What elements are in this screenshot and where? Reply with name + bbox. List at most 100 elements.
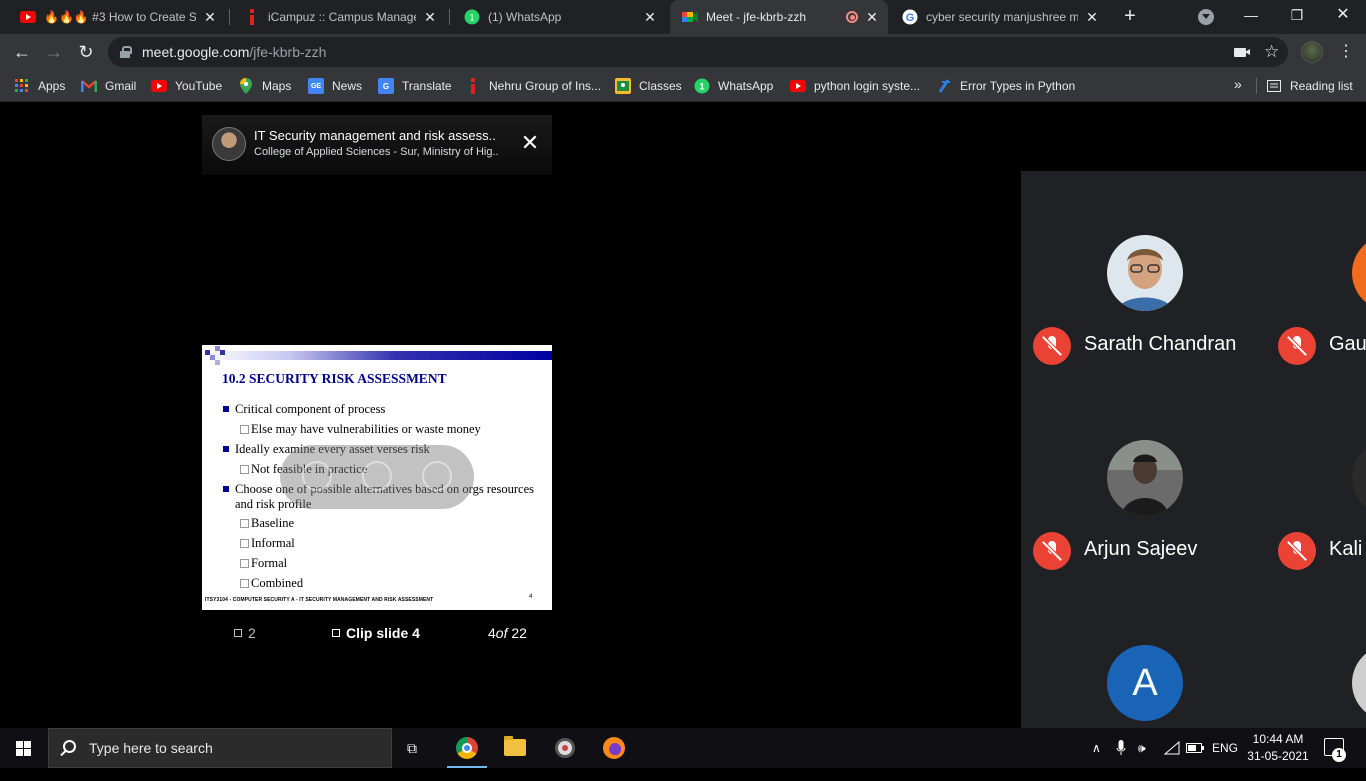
whatsapp-icon: 1	[694, 78, 710, 94]
participant-tile[interactable]: Kali	[1266, 376, 1366, 576]
bookmark-maps[interactable]: Maps	[238, 77, 291, 95]
close-icon[interactable]: ✕	[202, 9, 218, 25]
taskbar-chrome[interactable]	[443, 728, 491, 768]
participant-name: Gau	[1329, 333, 1366, 355]
url-text[interactable]: meet.google.com/jfe-kbrb-zzh	[142, 44, 326, 60]
participant-avatar-letter: A	[1107, 645, 1183, 721]
bookmark-gmail[interactable]: Gmail	[81, 77, 136, 95]
tab-icampuz[interactable]: iCampuz :: Campus Managem ✕	[232, 0, 446, 34]
address-bar[interactable]: meet.google.com/jfe-kbrb-zzh ☆	[108, 37, 1288, 67]
bookmark-youtube[interactable]: YouTube	[151, 77, 222, 95]
slide-bullet: Critical component of process	[222, 402, 542, 417]
next-slide-icon[interactable]	[422, 461, 452, 491]
bookmark-classes[interactable]: Classes	[615, 77, 682, 95]
reading-list[interactable]: Reading list	[1266, 77, 1353, 95]
comment-icon	[234, 629, 242, 637]
profile-avatar[interactable]	[1301, 41, 1323, 63]
chrome-icon	[456, 737, 478, 759]
close-icon[interactable]: ✕	[642, 9, 658, 25]
browser-toolbar: ← → ↻ meet.google.com/jfe-kbrb-zzh ☆ ⋮	[0, 34, 1366, 70]
tab-title: (1) WhatsApp	[488, 10, 562, 24]
forward-button[interactable]: →	[42, 40, 66, 64]
taskbar-media-player[interactable]	[541, 728, 589, 768]
bookmark-label: News	[332, 79, 363, 93]
camera-icon[interactable]	[1234, 48, 1250, 57]
current-slide: 4	[488, 625, 496, 641]
slide-page-number: 4	[529, 594, 533, 600]
close-icon[interactable]: ✕	[1084, 9, 1100, 25]
previous-slide-icon[interactable]	[302, 461, 332, 491]
slide-footer: ITSY3104 - COMPUTER SECURITY A - IT SECU…	[205, 597, 434, 603]
tab-title: iCampuz :: Campus Managem	[268, 10, 416, 24]
reload-button[interactable]: ↻	[74, 40, 98, 64]
lock-icon[interactable]	[120, 46, 132, 58]
youtube-icon	[20, 9, 36, 25]
bookmark-translate[interactable]: G Translate	[378, 77, 452, 95]
tab-youtube-tutorial[interactable]: 🔥🔥🔥 #3 How to Create Stu ✕	[8, 0, 226, 34]
menu-kebab-icon[interactable]: ⋮	[1336, 42, 1356, 62]
clock-date: 31-05-2021	[1247, 749, 1309, 763]
tab-whatsapp[interactable]: 1 (1) WhatsApp ✕	[452, 0, 666, 34]
wifi-icon[interactable]	[1164, 728, 1180, 768]
bookmark-apps[interactable]: Apps	[14, 77, 65, 95]
slides-panel-footer: 2 Clip slide 4 4of 22	[202, 615, 552, 651]
bookmark-error-types[interactable]: Error Types in Python	[936, 77, 1075, 95]
new-tab-button[interactable]: +	[1118, 5, 1142, 29]
participant-tile[interactable]: Gau	[1266, 171, 1366, 371]
close-icon[interactable]: ✕	[864, 9, 880, 25]
participant-avatar	[1107, 235, 1183, 311]
youtube-icon	[151, 78, 167, 94]
tab-google-search[interactable]: G cyber security manjushree m ✕	[890, 0, 1108, 34]
clip-slide-button[interactable]: Clip slide 4	[332, 625, 420, 641]
task-view-icon[interactable]: ⧉	[407, 740, 425, 756]
minimize-button[interactable]: —	[1228, 0, 1274, 30]
slide-heading: 10.2 SECURITY RISK ASSESSMENT	[222, 371, 447, 386]
close-icon[interactable]: ✕	[518, 131, 542, 155]
slide-view[interactable]: 10.2 SECURITY RISK ASSESSMENT Critical c…	[202, 345, 552, 610]
total-slides: 22	[511, 625, 527, 641]
tab-search-icon[interactable]	[1198, 9, 1214, 25]
slide-counter-of: of	[495, 625, 508, 641]
restore-button[interactable]: ❐	[1274, 0, 1320, 30]
bookmark-nehru[interactable]: Nehru Group of Ins...	[465, 77, 601, 95]
windows-logo-icon	[16, 741, 32, 756]
play-icon[interactable]	[362, 461, 392, 491]
firefox-icon	[603, 737, 625, 759]
slide-header-bar	[202, 351, 552, 360]
taskbar-file-explorer[interactable]	[491, 728, 539, 768]
system-clock[interactable]: 10:44 AM 31-05-2021	[1244, 731, 1312, 765]
nehru-icon	[244, 9, 260, 25]
comments-button[interactable]: 2	[234, 625, 256, 641]
language-indicator[interactable]: ENG	[1212, 728, 1238, 768]
microphone-icon[interactable]	[1116, 728, 1126, 768]
bookmark-news[interactable]: GE News	[308, 77, 362, 95]
presentation-title[interactable]: IT Security management and risk assess..	[254, 128, 514, 143]
start-button[interactable]	[0, 728, 48, 768]
bookmark-star-icon[interactable]: ☆	[1264, 42, 1279, 62]
taskbar-search-box[interactable]: Type here to search	[48, 728, 392, 768]
back-button[interactable]: ←	[10, 40, 34, 64]
bookmark-label: Gmail	[105, 79, 137, 93]
reading-list-icon	[1266, 78, 1282, 94]
show-hidden-icons[interactable]: ∧	[1092, 728, 1101, 768]
slide-controls-overlay[interactable]	[280, 445, 474, 509]
tab-meet[interactable]: Meet - jfe-kbrb-zzh ✕	[670, 0, 888, 34]
tab-divider	[229, 9, 230, 25]
participant-avatar	[1352, 645, 1366, 721]
url-path: /jfe-kbrb-zzh	[249, 44, 327, 60]
search-placeholder: Type here to search	[89, 740, 213, 756]
participant-tile[interactable]: Sarath Chandran	[1021, 171, 1261, 371]
window-close-button[interactable]: ✕	[1320, 0, 1366, 30]
close-icon[interactable]: ✕	[422, 9, 438, 25]
participant-name: Arjun Sajeev	[1084, 538, 1198, 560]
bookmarks-overflow-icon[interactable]: »	[1234, 76, 1242, 92]
tab-title: 🔥🔥🔥 #3 How to Create Stu	[44, 10, 196, 24]
taskbar-firefox[interactable]	[590, 728, 638, 768]
battery-icon[interactable]	[1186, 728, 1204, 768]
bookmark-whatsapp[interactable]: 1 WhatsApp	[694, 77, 773, 95]
google-icon: G	[902, 9, 918, 25]
bookmark-python-login[interactable]: python login syste...	[790, 77, 920, 95]
participant-tile[interactable]: Arjun Sajeev	[1021, 376, 1261, 576]
volume-icon[interactable]: 🕪	[1138, 728, 1146, 768]
svg-text:1: 1	[469, 13, 474, 23]
